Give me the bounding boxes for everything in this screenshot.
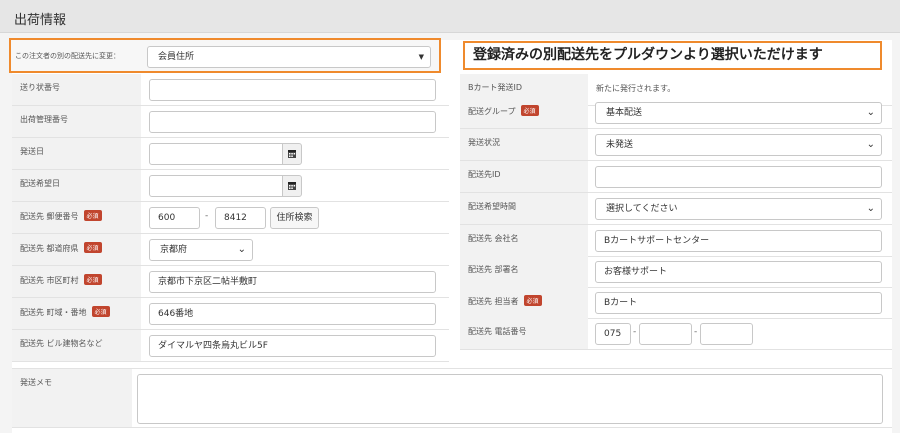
city-row: 配送先 市区町村 必須 京都市下京区二帖半敷町 [12,266,449,298]
building-row: 配送先 ビル建物名など ダイマルヤ四条烏丸ビル5F [12,330,449,362]
callout-annotation: 登録済みの別配送先をプルダウンより選択いただけます [463,41,882,70]
calendar-icon [288,182,296,190]
page-title: 出荷情報 [14,13,67,28]
pref-label-cell: 配送先 都道府県 必須 [12,234,141,265]
wish-time-row: 配送希望時間 選択してください ⌄ [460,193,892,225]
postal-label: 配送先 郵便番号 [20,212,79,221]
person-label-cell: 配送先 担当者 必須 [460,287,588,318]
required-badge: 必須 [523,295,542,306]
tracking-label: 送り状番号 [12,74,141,105]
tel1-input[interactable]: 075 [595,323,631,345]
status-label: 発送状況 [460,129,588,160]
ship-date-input[interactable] [149,143,283,165]
building-label: 配送先 ビル建物名など [12,330,141,361]
address-search-button[interactable]: 住所検索 [270,207,319,229]
group-select[interactable]: 基本配送 ⌄ [595,102,882,124]
chevron-down-icon: ▼ [418,53,424,61]
zip1-input[interactable]: 600 [149,207,200,229]
shipment-row: 出荷管理番号 [12,106,449,138]
wish-date-input[interactable] [149,175,283,197]
required-badge: 必須 [91,306,110,317]
wish-date-calendar-button[interactable] [282,175,302,197]
status-select[interactable]: 未発送 ⌄ [595,134,882,156]
zip-separator: - [205,211,209,221]
group-label-cell: 配送グループ 必須 [460,97,588,128]
status-value: 未発送 [606,140,634,150]
wish-time-label: 配送希望時間 [460,193,588,224]
group-label: 配送グループ [468,107,516,116]
bcart-id-value: 新たに発行されます。 [596,84,676,93]
pref-label: 配送先 都道府県 [20,244,79,253]
member-address-select[interactable]: 会員住所 ▼ [147,46,431,68]
wish-time-value: 選択してください [606,204,678,214]
wish-date-label: 配送希望日 [12,170,141,201]
building-input[interactable]: ダイマルヤ四条烏丸ビル5F [149,335,436,357]
required-badge: 必須 [520,105,539,116]
tel2-input[interactable] [639,323,692,345]
dest-id-row: 配送先ID [460,161,892,193]
postal-label-cell: 配送先 郵便番号 必須 [12,202,141,233]
shipment-input[interactable] [149,111,436,133]
group-row: 配送グループ 必須 基本配送 ⌄ [460,97,892,129]
department-input[interactable]: お客様サポート [595,261,882,283]
page-header: 出荷情報 [0,0,900,33]
company-row: 配送先 会社名 Bカートサポートセンター [460,225,892,257]
tracking-input[interactable] [149,79,436,101]
required-badge: 必須 [83,242,102,253]
ship-date-label: 発送日 [12,138,141,169]
city-label: 配送先 市区町村 [20,276,79,285]
memo-label: 発送メモ [12,369,132,427]
required-badge: 必須 [83,274,102,285]
pref-value: 京都府 [160,245,188,255]
department-label: 配送先 部署名 [460,256,588,287]
city-label-cell: 配送先 市区町村 必須 [12,266,141,297]
memo-row: 発送メモ [12,368,892,428]
ship-date-calendar-button[interactable] [282,143,302,165]
calendar-icon [288,150,296,158]
town-input[interactable]: 646番地 [149,303,436,325]
required-badge: 必須 [83,210,102,221]
department-row: 配送先 部署名 お客様サポート [460,256,892,288]
postal-row: 配送先 郵便番号 必須 600 - 8412 住所検索 [12,202,449,234]
phone-label: 配送先 電話番号 [460,318,588,349]
memo-textarea[interactable] [137,374,883,424]
tel-separator: - [633,327,637,337]
company-input[interactable]: Bカートサポートセンター [595,230,882,252]
chevron-down-icon: ⌄ [237,244,246,255]
member-address-value: 会員住所 [158,52,195,62]
tel-separator: - [694,327,698,337]
chevron-down-icon: ⌄ [866,107,875,118]
phone-row: 配送先 電話番号 075 - - [460,318,892,350]
city-input[interactable]: 京都市下京区二帖半敷町 [149,271,436,293]
shipment-label: 出荷管理番号 [12,106,141,137]
town-label-cell: 配送先 町域・番地 必須 [12,298,141,329]
person-label: 配送先 担当者 [468,297,519,306]
zip2-input[interactable]: 8412 [215,207,266,229]
ship-date-row: 発送日 [12,138,449,170]
tel3-input[interactable] [700,323,753,345]
tracking-row: 送り状番号 [12,74,449,106]
member-address-label: この注文者の別の配送先に変更： [15,52,120,60]
member-address-row: この注文者の別の配送先に変更： 会員住所 ▼ [9,38,441,73]
status-row: 発送状況 未発送 ⌄ [460,129,892,161]
dest-id-input[interactable] [595,166,882,188]
town-label: 配送先 町域・番地 [20,308,87,317]
person-input[interactable]: Bカート [595,292,882,314]
town-row: 配送先 町域・番地 必須 646番地 [12,298,449,330]
person-row: 配送先 担当者 必須 Bカート [460,287,892,319]
chevron-down-icon: ⌄ [866,139,875,150]
group-value: 基本配送 [606,108,643,118]
pref-select[interactable]: 京都府 ⌄ [149,239,253,261]
wish-time-select[interactable]: 選択してください ⌄ [595,198,882,220]
pref-row: 配送先 都道府県 必須 京都府 ⌄ [12,234,449,266]
dest-id-label: 配送先ID [460,161,588,192]
wish-date-row: 配送希望日 [12,170,449,202]
company-label: 配送先 会社名 [460,225,588,256]
chevron-down-icon: ⌄ [866,203,875,214]
